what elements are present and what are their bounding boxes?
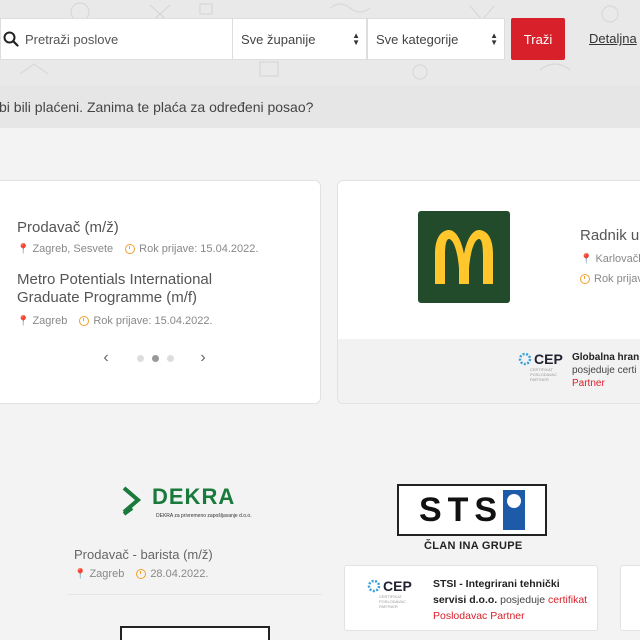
cep-badge: CEP CERTIFIKAT POSLODAVAC PARTNER — [367, 578, 412, 609]
cep-label: CEP — [534, 351, 563, 367]
cert-line: posjeduje certi — [572, 365, 637, 376]
sts-drop-icon — [503, 490, 526, 530]
job-title-link[interactable]: Radnik u — [580, 227, 639, 245]
job-deadline: 28.04.2022. — [150, 568, 209, 580]
cep-label: CEP — [383, 578, 412, 594]
salary-info-text[interactable]: bi bili plaćeni. Zanima te plaća za odre… — [0, 99, 313, 115]
sts-logo-text: STS — [418, 490, 504, 529]
job-title-link[interactable]: Prodavač (m/ž) — [17, 219, 307, 237]
location-pin-icon: 📍 — [17, 315, 30, 327]
pager-dot[interactable] — [167, 354, 174, 362]
job-meta: 📍 Zagreb 28.04.2022. — [74, 568, 208, 580]
sts-logo[interactable]: STS — [397, 484, 547, 536]
clock-icon — [136, 569, 147, 579]
location-pin-icon: 📍 — [74, 568, 87, 580]
pager-dot-active[interactable] — [152, 354, 159, 362]
certificate-text: Globalna hran posjeduje certi Partner — [572, 351, 639, 390]
chevron-left-icon[interactable]: ‹ — [99, 349, 113, 367]
job-location: Karlovačk — [595, 253, 640, 265]
clock-icon — [125, 244, 136, 254]
job-location: Zagreb — [89, 568, 125, 580]
job-meta: Rok prijave: — [580, 273, 640, 285]
job-location: Zagreb — [32, 315, 68, 327]
job-meta: 📍 Zagreb, Sesvete Rok prijave: 15.04.202… — [17, 243, 258, 255]
county-select-value: Sve županije — [241, 31, 316, 47]
job-meta: 📍 Zagreb Rok prijave: 15.04.2022. — [17, 315, 213, 327]
job-deadline: Rok prijave: — [594, 273, 640, 285]
carousel-pager: ‹ › — [99, 349, 210, 367]
job-title-link[interactable]: Metro Potentials International Graduate … — [17, 271, 267, 307]
job-deadline: Rok prijave: 15.04.2022. — [139, 243, 259, 255]
certificate-footer: CEP CERTIFIKAT POSLODAVAC PARTNER Global… — [338, 339, 640, 403]
job-title-link[interactable]: Prodavač - barista (m/ž) — [74, 547, 213, 562]
certificate-box: CEP CERTIFIKAT POSLODAVAC PARTNER STSI -… — [344, 565, 598, 631]
job-deadline: Rok prijave: 15.04.2022. — [93, 315, 213, 327]
location-pin-icon: 📍 — [580, 253, 593, 265]
clock-icon — [580, 274, 590, 284]
pager-dot[interactable] — [137, 354, 144, 362]
search-button[interactable]: Traži — [511, 18, 565, 60]
salary-info-bar: bi bili plaćeni. Zanima te plaća za odre… — [0, 86, 640, 128]
sts-logo-partial[interactable] — [120, 626, 270, 640]
employer-card-mcdonalds[interactable]: Radnik u 📍 Karlovačk Rok prijave: CEP CE… — [337, 180, 640, 404]
golden-arches-icon — [435, 230, 493, 284]
county-select[interactable]: Sve županije ▲ ▼ — [232, 18, 367, 60]
cep-gear-icon — [367, 579, 381, 593]
sts-tagline: ČLAN INA GRUPE — [424, 540, 523, 552]
select-caret-icon: ▲ ▼ — [352, 31, 360, 47]
chevron-right-icon[interactable]: › — [196, 349, 210, 367]
select-caret-icon: ▲ ▼ — [490, 31, 498, 47]
dekra-subtitle: DEKRA za privremeno zapošljavanje d.o.o. — [156, 513, 252, 519]
category-select[interactable]: Sve kategorije ▲ ▼ — [367, 18, 505, 60]
clock-icon — [79, 316, 90, 326]
cert-company[interactable]: Globalna hran — [572, 352, 639, 363]
search-icon — [3, 31, 23, 47]
job-meta: 📍 Karlovačk — [580, 253, 640, 265]
category-select-value: Sve kategorije — [376, 31, 459, 47]
mcdonalds-logo[interactable] — [418, 211, 510, 303]
advanced-search-link[interactable]: Detaljna — [589, 31, 637, 46]
search-header: Sve županije ▲▼ Sve kategorije ▲▼ Traži … — [0, 0, 640, 86]
cep-gear-icon — [518, 352, 532, 366]
dekra-wordmark: DEKRA — [152, 484, 236, 509]
job-location: Zagreb, Sesvete — [32, 243, 114, 255]
job-card-carousel: Prodavač (m/ž) 📍 Zagreb, Sesvete Rok pri… — [0, 180, 321, 404]
search-field[interactable] — [0, 18, 232, 60]
certificate-text: STSI - Integrirani tehnički servisi d.o.… — [433, 576, 593, 624]
location-pin-icon: 📍 — [17, 243, 30, 255]
cert-owns: posjeduje — [500, 594, 546, 606]
search-input[interactable] — [25, 31, 225, 47]
cert-partner-link[interactable]: Partner — [572, 378, 605, 389]
divider — [68, 594, 322, 595]
next-card-peek[interactable] — [620, 565, 640, 631]
cep-badge: CEP CERTIFIKAT POSLODAVAC PARTNER — [518, 351, 563, 382]
